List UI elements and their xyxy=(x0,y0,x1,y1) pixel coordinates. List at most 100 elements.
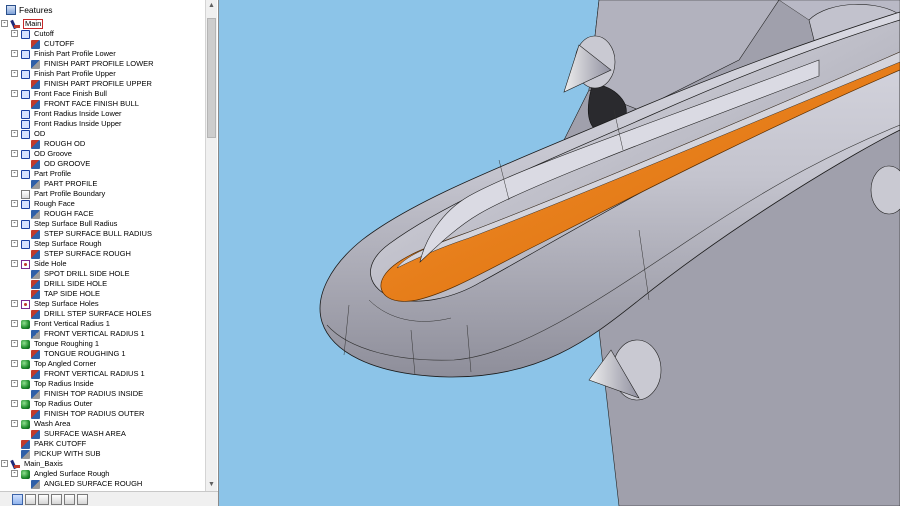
expand-toggle-icon[interactable]: - xyxy=(11,170,18,177)
tree-item[interactable]: PART PROFILE xyxy=(31,179,98,189)
expand-toggle-icon[interactable]: - xyxy=(11,240,18,247)
tree-item[interactable]: Front Radius Inside Upper xyxy=(21,119,123,129)
expand-toggle-icon[interactable]: - xyxy=(1,460,8,467)
tree-item[interactable]: FRONT VERTICAL RADIUS 1 xyxy=(31,329,146,339)
expand-toggle-icon[interactable]: - xyxy=(11,220,18,227)
group-icon xyxy=(21,119,30,129)
tree-item[interactable]: FRONT VERTICAL RADIUS 1 xyxy=(31,369,146,379)
expand-toggle-icon[interactable]: - xyxy=(11,150,18,157)
color-tab-icon[interactable] xyxy=(64,493,75,505)
tree-item[interactable]: Part Profile Boundary xyxy=(21,189,106,199)
tree-item-label: Part Profile Boundary xyxy=(34,189,106,198)
tree-item-label: FRONT VERTICAL RADIUS 1 xyxy=(44,329,145,338)
tree-item[interactable]: FINISH PART PROFILE LOWER xyxy=(31,59,155,69)
expand-toggle-icon[interactable]: - xyxy=(11,50,18,57)
tree-item-label: FINISH PART PROFILE LOWER xyxy=(44,59,154,68)
tree-item-label: Angled Surface Rough xyxy=(34,469,110,478)
tree-item[interactable]: SPOT DRILL SIDE HOLE xyxy=(31,269,130,279)
operation-icon xyxy=(31,289,40,299)
tree-item[interactable]: OD GROOVE xyxy=(31,159,91,169)
expand-toggle-icon[interactable]: - xyxy=(11,200,18,207)
tree-item[interactable]: TAP SIDE HOLE xyxy=(31,289,101,299)
surface-icon xyxy=(21,419,30,429)
tree-item[interactable]: STEP SURFACE ROUGH xyxy=(31,249,132,259)
tree-item[interactable]: Step Surface Bull Radius xyxy=(21,219,118,229)
group-icon xyxy=(21,199,30,209)
expand-toggle-icon[interactable]: - xyxy=(11,300,18,307)
tree-item[interactable]: Top Angled Corner xyxy=(21,359,97,369)
tree-item[interactable]: Top Radius Outer xyxy=(21,399,93,409)
expand-toggle-icon[interactable]: - xyxy=(11,400,18,407)
tree-item[interactable]: Side Hole xyxy=(21,259,68,269)
tree-item[interactable]: DRILL SIDE HOLE xyxy=(31,279,108,289)
tree-item[interactable]: Tongue Roughing 1 xyxy=(21,339,100,349)
tree-item[interactable]: FINISH TOP RADIUS OUTER xyxy=(31,409,145,419)
operation-icon xyxy=(31,279,40,289)
expand-toggle-icon[interactable]: - xyxy=(11,30,18,37)
tree-item[interactable]: FINISH PART PROFILE UPPER xyxy=(31,79,153,89)
tree-item-label: Step Surface Rough xyxy=(34,239,102,248)
tree-item[interactable]: PARK CUTOFF xyxy=(21,439,87,449)
expand-toggle-icon[interactable]: - xyxy=(11,360,18,367)
tree-item-label: Top Angled Corner xyxy=(34,359,97,368)
expand-toggle-icon[interactable]: - xyxy=(11,130,18,137)
expand-toggle-icon[interactable]: - xyxy=(11,90,18,97)
tree-item[interactable]: SURFACE WASH AREA xyxy=(31,429,127,439)
expand-toggle-icon[interactable]: - xyxy=(11,420,18,427)
expand-toggle-icon[interactable]: - xyxy=(11,380,18,387)
tree-item[interactable]: Cutoff xyxy=(21,29,55,39)
tree-item[interactable]: Front Radius Inside Lower xyxy=(21,109,123,119)
tree-item[interactable]: STEP SURFACE BULL RADIUS xyxy=(31,229,153,239)
scroll-down-icon[interactable]: ▼ xyxy=(206,479,217,491)
group-icon xyxy=(21,49,30,59)
tree-item[interactable]: OD Groove xyxy=(21,149,73,159)
tree-item[interactable]: PICKUP WITH SUB xyxy=(21,449,102,459)
tree-item[interactable]: Front Face Finish Bull xyxy=(21,89,108,99)
tree-item[interactable]: FINISH TOP RADIUS INSIDE xyxy=(31,389,144,399)
tree-item-label: FINISH TOP RADIUS OUTER xyxy=(44,409,145,418)
panel-title: Features xyxy=(19,5,53,15)
tree-item[interactable]: Part Profile xyxy=(21,169,72,179)
scroll-up-icon[interactable]: ▲ xyxy=(206,0,217,12)
tree-item[interactable]: Main_Baxis xyxy=(11,459,64,469)
tree-item[interactable]: Step Surface Holes xyxy=(21,299,100,309)
tools-tab-icon[interactable] xyxy=(25,493,36,505)
tree-item-label: Step Surface Bull Radius xyxy=(34,219,118,228)
tree-item[interactable]: TONGUE ROUGHING 1 xyxy=(31,349,127,359)
tree-item[interactable]: Top Radius Inside xyxy=(21,379,95,389)
tree-item[interactable]: ROUGH OD xyxy=(31,139,86,149)
tree-item[interactable]: Finish Part Profile Upper xyxy=(21,69,117,79)
tree-item[interactable]: Finish Part Profile Lower xyxy=(21,49,117,59)
tree-item[interactable]: OD xyxy=(21,129,46,139)
tree-vertical-scrollbar[interactable]: ▲ ▼ xyxy=(205,0,217,491)
scroll-thumb[interactable] xyxy=(207,18,216,138)
expand-toggle-icon[interactable]: - xyxy=(11,260,18,267)
feature-tree: - Main - Cutoff CUTOFF - Finish Part Profile L… xyxy=(0,19,205,490)
tree-item[interactable]: ANGLED SURFACE ROUGH xyxy=(31,479,143,489)
3d-viewport[interactable] xyxy=(219,0,900,506)
expand-toggle-icon[interactable]: - xyxy=(11,340,18,347)
tree-item[interactable]: ROUGH FACE xyxy=(31,209,95,219)
tree-item[interactable]: Step Surface Rough xyxy=(21,239,103,249)
tree-item[interactable]: CUTOFF xyxy=(31,39,75,49)
tree-item-label: Finish Part Profile Lower xyxy=(34,49,116,58)
tree-item[interactable]: DRILL STEP SURFACE HOLES xyxy=(31,309,153,319)
operation-icon xyxy=(31,79,40,89)
expand-toggle-icon[interactable]: - xyxy=(1,20,8,27)
tree-item[interactable]: Rough Face xyxy=(21,199,76,209)
tree-item[interactable]: Wash Area xyxy=(21,419,71,429)
expand-toggle-icon[interactable]: - xyxy=(11,320,18,327)
tree-item[interactable]: Main xyxy=(11,19,44,29)
tree-item[interactable]: FRONT FACE FINISH BULL xyxy=(31,99,140,109)
tree-item[interactable]: Angled Surface Rough xyxy=(21,469,110,479)
expand-toggle-icon[interactable]: - xyxy=(11,470,18,477)
stock-tab-icon[interactable] xyxy=(51,493,62,505)
tree-item[interactable]: Front Vertical Radius 1 xyxy=(21,319,111,329)
expand-toggle-icon[interactable]: - xyxy=(11,70,18,77)
features-tab-icon[interactable] xyxy=(12,493,23,505)
operation-icon xyxy=(31,269,40,279)
display-tab-icon[interactable] xyxy=(77,493,88,505)
machining-tab-icon[interactable] xyxy=(38,493,49,505)
operation-icon xyxy=(31,329,40,339)
operation-icon xyxy=(31,479,40,489)
